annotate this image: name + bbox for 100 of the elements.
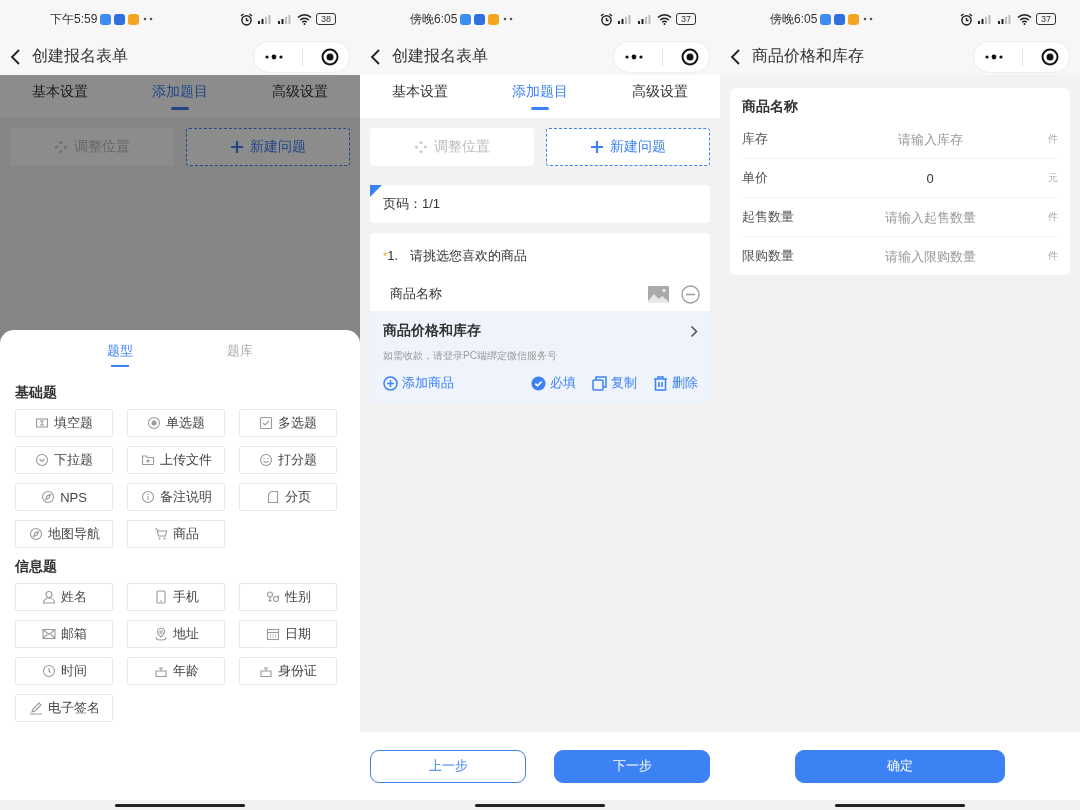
question-type-button[interactable]: 邮箱 (15, 620, 113, 648)
tab[interactable]: 高级设置 (600, 75, 720, 118)
folder-icon (140, 453, 155, 467)
tab[interactable]: 添加题目 (480, 75, 600, 118)
question-type-button[interactable]: 手机 (127, 583, 225, 611)
close-target-icon[interactable] (1041, 47, 1059, 66)
compass-icon (41, 490, 56, 504)
input-field[interactable]: 请输入限购数量 (832, 241, 1028, 271)
question-title: 请挑选您喜欢的商品 (410, 247, 528, 265)
unit-label: 件 (1047, 249, 1058, 263)
app-notification-icon (100, 13, 112, 25)
add-product-button[interactable]: 添加商品 (383, 374, 454, 392)
more-notifications-icon (502, 16, 515, 22)
wifi-icon (1017, 13, 1032, 25)
back-icon[interactable] (10, 47, 22, 66)
app-notification-icon (114, 13, 126, 25)
price-section-title: 商品价格和库存 (383, 322, 481, 340)
back-icon[interactable] (730, 47, 742, 66)
status-time: 傍晚6:05 (770, 10, 818, 28)
remove-icon[interactable] (681, 284, 700, 304)
question-type-button[interactable]: 性别 (239, 583, 337, 611)
question-type-button[interactable]: 商品 (127, 520, 225, 548)
smiley-icon (259, 453, 273, 467)
app-notification-icon (834, 13, 846, 25)
alarm-icon (600, 12, 613, 26)
more-notifications-icon (862, 16, 875, 22)
app-notification-icon (474, 13, 486, 25)
info-icon (140, 490, 155, 504)
field-label: 库存 (742, 130, 769, 148)
status-time: 下午5:59 (50, 10, 98, 28)
question-type-button[interactable]: 备注说明 (127, 483, 225, 511)
wifi-icon (297, 13, 312, 25)
section-heading: 基础题 (15, 384, 58, 402)
chevron-circle-icon (35, 453, 49, 467)
chevron-right-icon[interactable] (690, 324, 698, 338)
previous-button[interactable]: 上一步 (370, 749, 526, 783)
close-target-icon[interactable] (681, 47, 699, 66)
input-field[interactable]: 请输入起售数量 (832, 202, 1028, 232)
question-type-button[interactable]: 地址 (127, 620, 225, 648)
question-type-button[interactable]: 打分题 (239, 446, 337, 474)
tab[interactable]: 高级设置 (240, 75, 360, 118)
field-label: 限购数量 (742, 247, 795, 265)
question-type-button[interactable]: 地图导航 (15, 520, 113, 548)
pen-icon (28, 701, 43, 715)
cake-icon (153, 664, 168, 678)
question-type-button[interactable]: 填空题 (15, 409, 113, 437)
question-type-button[interactable]: 姓名 (15, 583, 113, 611)
page-title: 商品价格和库存 (752, 46, 864, 66)
tab[interactable]: 基本设置 (360, 75, 480, 118)
field-label: 单价 (742, 169, 769, 187)
question-type-button[interactable]: 分页 (239, 483, 337, 511)
question-type-button[interactable]: 时间 (15, 657, 113, 685)
tab[interactable]: 基本设置 (0, 75, 120, 118)
more-icon[interactable] (624, 52, 644, 61)
copy-icon (592, 375, 607, 391)
more-icon[interactable] (984, 52, 1004, 61)
field-label: 起售数量 (742, 208, 795, 226)
plus-icon (590, 140, 604, 154)
more-icon[interactable] (264, 52, 284, 61)
question-type-button[interactable]: 上传文件 (127, 446, 225, 474)
confirm-button[interactable]: 确定 (795, 749, 1005, 783)
hint-text: 如需收款，请登录PC端绑定微信服务号 (383, 349, 558, 363)
calendar-icon (265, 627, 280, 641)
cake-icon (259, 664, 273, 678)
app-notification-icon (128, 13, 140, 25)
text-cursor-icon (35, 416, 49, 430)
card-title: 商品名称 (742, 98, 799, 116)
page-number: 页码：1/1 (383, 195, 441, 213)
tab[interactable]: 题型 (100, 334, 140, 374)
page-icon (265, 490, 280, 504)
question-number: 1. (387, 248, 399, 263)
page-title: 创建报名表单 (32, 46, 128, 66)
gender-icon (265, 590, 280, 604)
signal-icon (637, 13, 653, 25)
next-button[interactable]: 下一步 (554, 749, 710, 783)
copy-button[interactable]: 复制 (592, 374, 637, 392)
question-type-button[interactable]: 日期 (239, 620, 337, 648)
back-icon[interactable] (370, 47, 382, 66)
question-type-button[interactable]: 单选题 (127, 409, 225, 437)
question-type-button[interactable]: 身份证 (239, 657, 337, 685)
alarm-icon (960, 12, 973, 26)
plus-icon (230, 140, 244, 154)
unit-label: 件 (1047, 210, 1058, 224)
question-type-button[interactable]: 电子签名 (15, 694, 113, 722)
new-question-button[interactable]: 新建问题 (546, 128, 710, 166)
move-icon (54, 140, 68, 154)
unit-label: 件 (1047, 132, 1058, 146)
app-notification-icon (820, 13, 832, 25)
delete-button[interactable]: 删除 (653, 374, 698, 392)
unit-label: 元 (1047, 171, 1058, 185)
question-type-button[interactable]: 年龄 (127, 657, 225, 685)
close-target-icon[interactable] (321, 47, 339, 66)
compass-icon (28, 527, 43, 541)
battery-indicator: 37 (676, 13, 696, 25)
input-field[interactable]: 0 (832, 163, 1028, 193)
question-type-button[interactable]: NPS (15, 483, 113, 511)
question-type-button[interactable]: 多选题 (239, 409, 337, 437)
person-icon (41, 590, 56, 604)
input-field[interactable]: 请输入库存 (832, 124, 1028, 154)
question-type-button[interactable]: 下拉题 (15, 446, 113, 474)
